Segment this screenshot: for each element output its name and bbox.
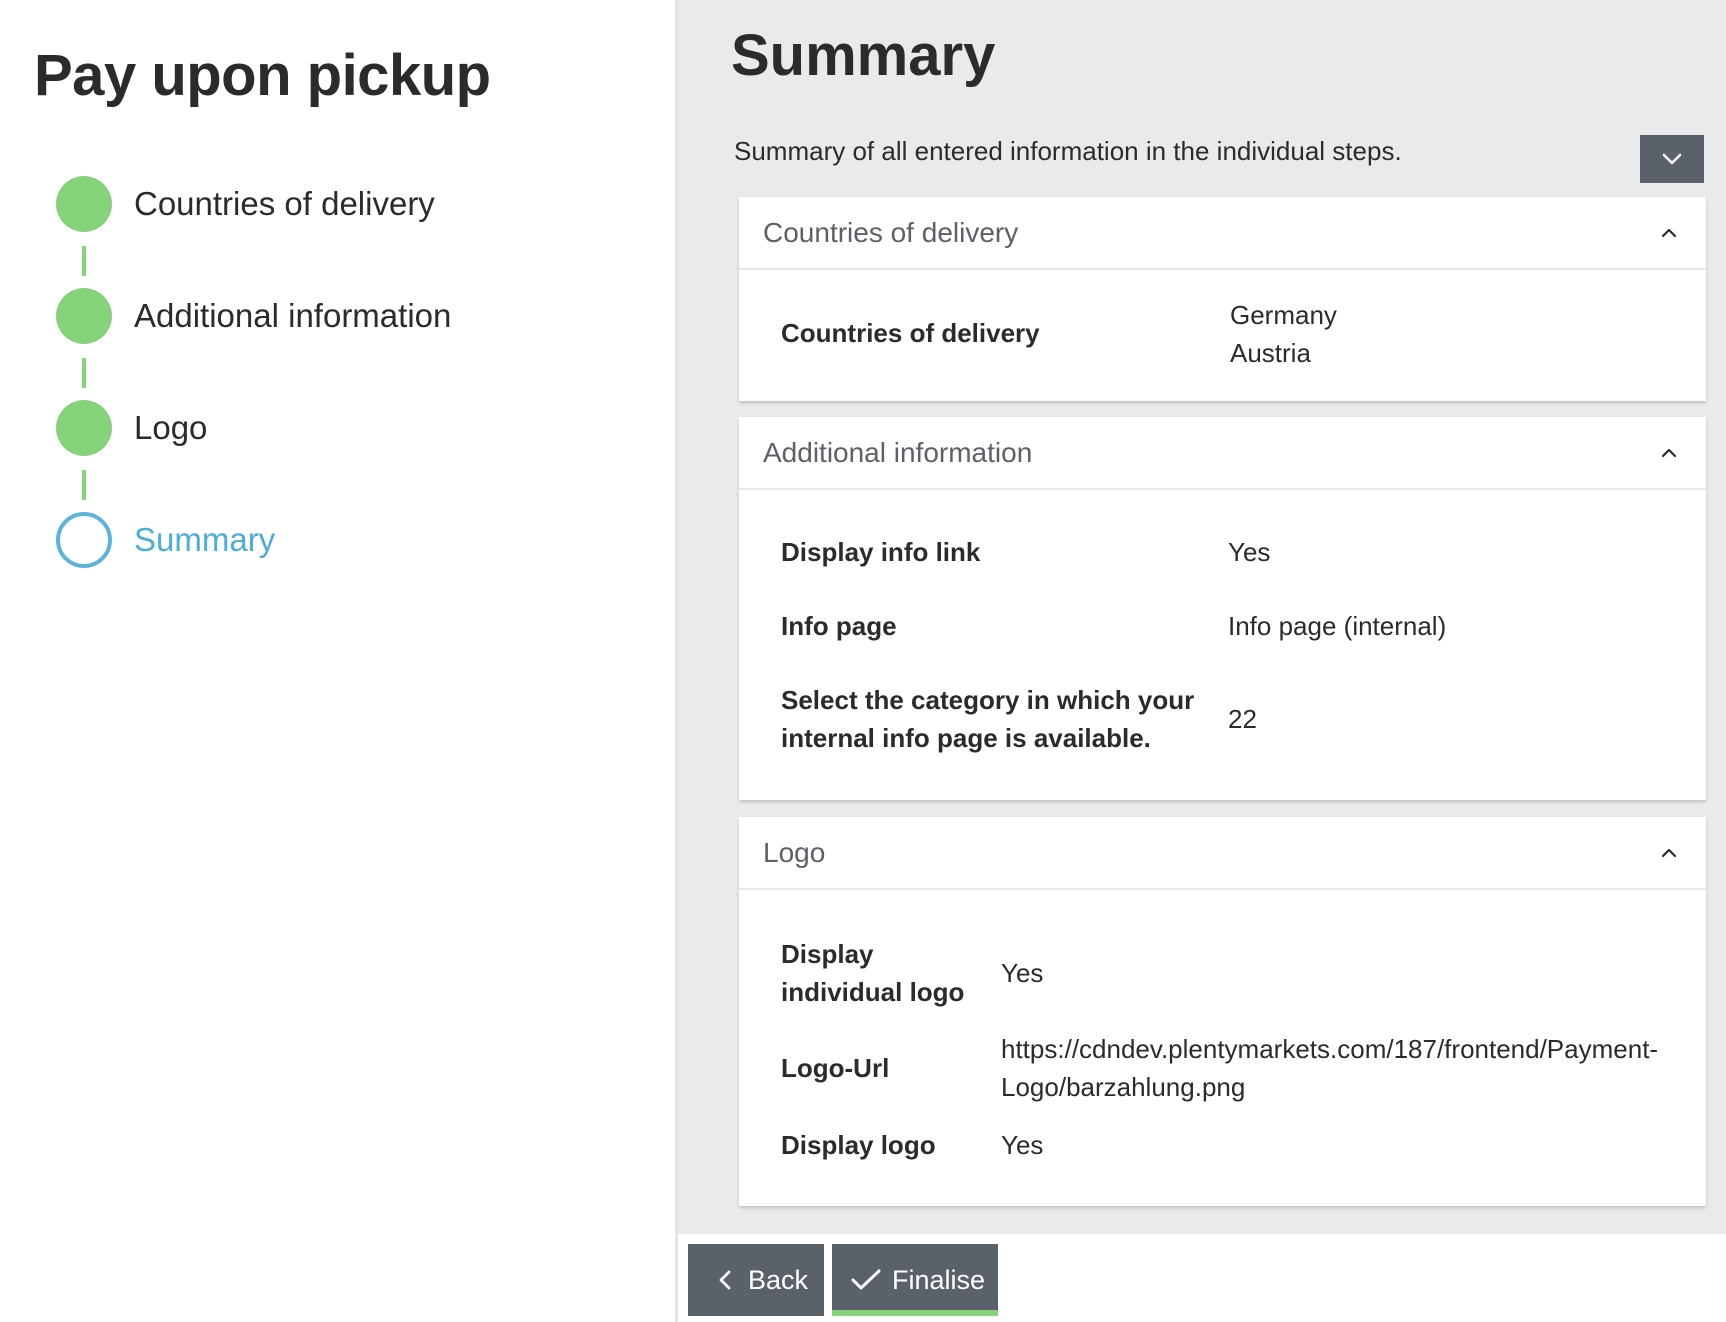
summary-description: Summary of all entered information in th… — [734, 136, 1402, 166]
toggle-all-sections-button[interactable] — [1640, 135, 1704, 183]
step-label: Countries of delivery — [134, 185, 435, 222]
section-title: Additional information — [763, 436, 1033, 468]
row-label: Logo-Url — [781, 1053, 890, 1083]
section-header[interactable]: Countries of delivery — [739, 197, 1706, 270]
step-connector — [82, 358, 86, 388]
wizard-footer: Back Finalise — [678, 1234, 1726, 1322]
step-summary[interactable]: Summary — [56, 512, 275, 568]
section-countries-of-delivery: Countries of delivery Countries of deliv… — [739, 197, 1706, 401]
wizard-sidebar: Pay upon pickup Countries of delivery Ad… — [0, 0, 675, 1322]
chevron-left-icon — [718, 1269, 732, 1291]
row-label: Select the category in which your — [781, 685, 1195, 715]
step-additional-information[interactable]: Additional information — [56, 288, 451, 344]
section-title: Countries of delivery — [763, 216, 1019, 248]
back-button-label: Back — [748, 1264, 809, 1295]
row-label: Display logo — [781, 1130, 936, 1160]
row-value: Yes — [1001, 1130, 1044, 1160]
finalise-button-label: Finalise — [892, 1264, 986, 1295]
row-value: 22 — [1228, 704, 1257, 734]
back-button[interactable]: Back — [688, 1244, 824, 1316]
step-logo[interactable]: Logo — [56, 400, 207, 456]
row-value: Info page (internal) — [1228, 611, 1447, 641]
section-header[interactable]: Logo — [739, 817, 1706, 890]
row-label: Countries of delivery — [781, 318, 1040, 348]
section-logo: Logo Display individual logo Yes Logo-Ur… — [739, 817, 1706, 1206]
step-connector — [82, 246, 86, 276]
row-value: Austria — [1230, 338, 1311, 368]
row-value: Germany — [1230, 300, 1337, 330]
step-countries-of-delivery[interactable]: Countries of delivery — [56, 176, 435, 232]
step-connector — [82, 470, 86, 500]
row-label: Info page — [781, 611, 897, 641]
step-current-indicator — [56, 512, 112, 568]
row-label: Display — [781, 939, 874, 969]
finalise-button[interactable]: Finalise — [832, 1244, 998, 1316]
wizard-title: Pay upon pickup — [34, 43, 491, 108]
logo-url-value: Logo/barzahlung.png — [1001, 1072, 1246, 1102]
section-title: Logo — [763, 836, 826, 868]
chevron-up-icon[interactable] — [1656, 440, 1682, 466]
step-label: Logo — [134, 409, 208, 446]
step-label: Additional information — [134, 297, 452, 334]
section-additional-information: Additional information Display info link… — [739, 417, 1706, 800]
summary-pane: Summary Summary of all entered informati… — [675, 0, 1726, 1322]
page-title: Summary — [731, 23, 996, 88]
row-label: Display info link — [781, 537, 981, 567]
row-value: Yes — [1001, 958, 1044, 988]
chevron-up-icon[interactable] — [1656, 220, 1682, 246]
row-label: internal info page is available. — [781, 723, 1151, 753]
step-complete-indicator — [56, 288, 112, 344]
row-value: Yes — [1228, 537, 1271, 567]
chevron-down-icon — [1662, 153, 1682, 165]
step-complete-indicator — [56, 400, 112, 456]
checkmark-icon — [850, 1268, 882, 1292]
chevron-up-icon[interactable] — [1656, 840, 1682, 866]
row-label: individual logo — [781, 977, 965, 1007]
step-label: Summary — [134, 521, 276, 558]
step-complete-indicator — [56, 176, 112, 232]
section-header[interactable]: Additional information — [739, 417, 1706, 490]
logo-url-value: https://cdndev.plentymarkets.com/187/fro… — [1001, 1034, 1659, 1064]
